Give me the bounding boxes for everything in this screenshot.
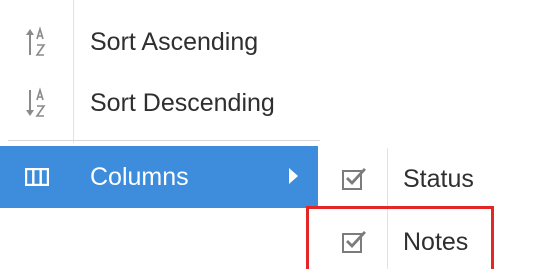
columns-label: Columns <box>90 162 189 191</box>
columns-icon <box>0 146 73 208</box>
sort-descending-item[interactable]: Sort Descending <box>0 72 320 134</box>
column-context-menu: Sort Ascending Sort Descending Columns <box>0 0 320 269</box>
sort-descending-label: Sort Descending <box>90 88 275 117</box>
column-notes-label: Notes <box>403 227 469 256</box>
sort-ascending-label: Sort Ascending <box>90 27 259 56</box>
sort-ascending-icon <box>0 11 73 73</box>
columns-item[interactable]: Columns <box>0 146 318 208</box>
sort-ascending-item[interactable]: Sort Ascending <box>0 11 320 73</box>
menu-separator <box>8 140 320 141</box>
submenu-arrow-icon <box>289 168 298 184</box>
checkbox-checked-icon[interactable] <box>320 148 387 210</box>
sort-descending-icon <box>0 72 73 134</box>
column-status-label: Status <box>403 164 474 193</box>
column-toggle-notes[interactable]: Notes <box>320 211 556 273</box>
column-toggle-status[interactable]: Status <box>320 148 556 210</box>
checkbox-checked-icon[interactable] <box>320 211 387 273</box>
columns-submenu: Status Notes <box>320 148 556 269</box>
